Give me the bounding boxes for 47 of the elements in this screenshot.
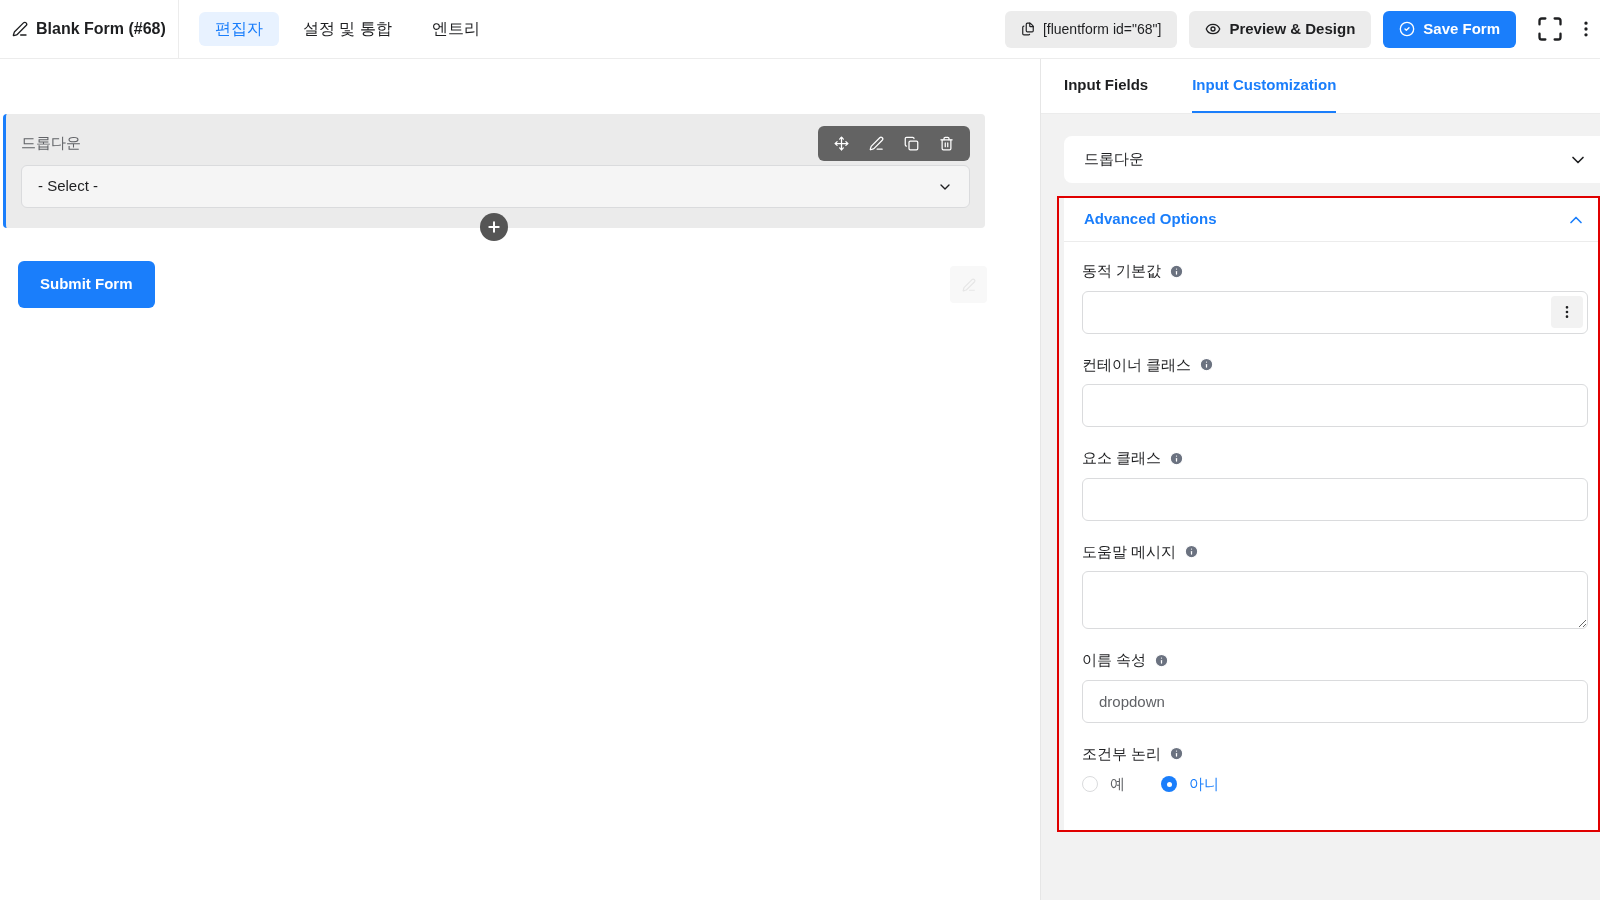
add-field-button[interactable] (480, 213, 508, 241)
radio-button[interactable] (1161, 776, 1177, 793)
input-field[interactable] (1082, 384, 1588, 427)
plus-icon (486, 219, 502, 235)
form-title: Blank Form (#68) (36, 19, 166, 39)
field-label: 컨테이너 클래스 (1082, 354, 1192, 375)
form-field-card[interactable]: 드롭다운 - Select - (3, 114, 985, 228)
nav-tab[interactable]: 엔트리 (415, 12, 496, 46)
info-icon (1154, 652, 1170, 668)
check-circle-icon (1399, 21, 1416, 37)
eye-icon (1205, 21, 1222, 37)
pencil-icon (12, 21, 28, 37)
info-icon (1169, 746, 1185, 762)
fullscreen-icon[interactable] (1536, 15, 1564, 43)
move-icon[interactable] (834, 136, 849, 151)
delete-icon[interactable] (939, 136, 954, 151)
copy-icon (1020, 22, 1035, 36)
section-header[interactable]: 드롭다운 (1064, 136, 1600, 183)
edit-icon[interactable] (869, 136, 884, 151)
radio-option[interactable]: 아니 (1161, 773, 1219, 796)
info-icon (1184, 544, 1200, 560)
radio-option[interactable]: 예 (1082, 773, 1125, 796)
shortcode-button[interactable]: [fluentform id="68"] (1004, 10, 1178, 48)
input-field[interactable] (1082, 290, 1588, 334)
preview-button[interactable]: Preview & Design (1189, 10, 1372, 48)
save-button[interactable]: Save Form (1383, 10, 1516, 48)
field-label: 이름 속성 (1082, 650, 1147, 670)
info-icon (1169, 263, 1185, 279)
input-field[interactable] (1082, 477, 1588, 521)
select-field[interactable]: - Select - (21, 165, 970, 208)
field-label: 요소 클래스 (1082, 448, 1162, 468)
field-label: 도움말 메시지 (1082, 541, 1177, 562)
nav-tab[interactable]: 설정 및 통합 (286, 12, 408, 46)
radio-button[interactable] (1082, 776, 1098, 793)
textarea-field[interactable] (1082, 571, 1588, 629)
duplicate-icon[interactable] (904, 136, 919, 151)
info-icon (1169, 450, 1185, 466)
submit-button[interactable]: Submit Form (18, 261, 155, 308)
field-label: 조건부 논리 (1082, 743, 1162, 764)
sidebar-tab[interactable]: Input Customization (1192, 59, 1337, 113)
field-label: 드롭다운 (21, 133, 81, 154)
info-icon (1199, 357, 1215, 373)
section-header[interactable]: Advanced Options (1064, 198, 1598, 242)
sidebar-tab[interactable]: Input Fields (1064, 59, 1149, 113)
field-label: 동적 기본값 (1082, 261, 1162, 281)
select-placeholder: - Select - (38, 176, 98, 197)
input-field[interactable]: dropdown (1082, 679, 1588, 723)
